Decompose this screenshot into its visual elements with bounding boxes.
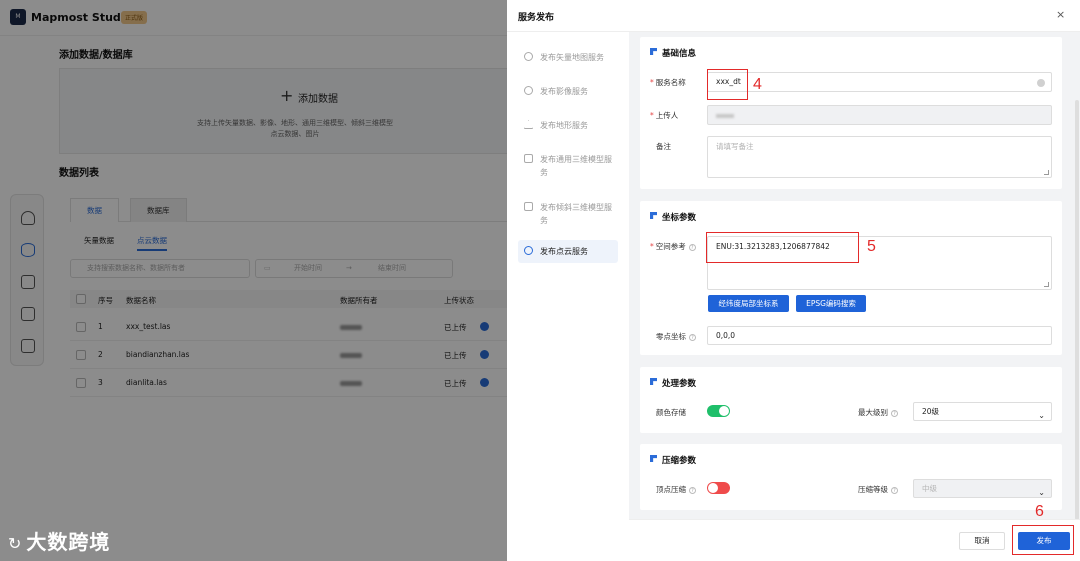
toggle-knob [708, 483, 718, 493]
spatial-ref-label: * 空间参考? [650, 241, 696, 252]
help-icon[interactable]: ? [689, 333, 696, 341]
color-store-toggle[interactable] [707, 405, 730, 417]
process-card: 处理参数 颜色存储 最大级别? 20级 ⌄ [640, 367, 1062, 433]
annotation-box-5 [706, 232, 859, 263]
publish-drawer: 服务发布 × 发布矢量地图服务 发布影像服务 发布地形服务 发布通用三维模型服务… [507, 0, 1080, 561]
menu-item-imagery[interactable]: 发布影像服务 [518, 80, 618, 103]
mountain-icon [524, 120, 533, 129]
uploader-redacted [716, 114, 734, 118]
annotation-box-6 [1012, 525, 1074, 555]
oblique-model-icon [524, 202, 533, 211]
chevron-down-icon: ⌄ [1038, 488, 1045, 497]
compress-title: 压缩参数 [650, 454, 696, 466]
max-level-label: 最大级别? [858, 407, 898, 418]
watermark-text: 大数跨境 [26, 530, 111, 554]
vertex-compress-toggle[interactable] [707, 482, 730, 494]
uploader-input [707, 105, 1052, 125]
image-icon [524, 86, 533, 95]
uploader-label: * 上传人 [650, 111, 679, 120]
menu-item-label: 发布影像服务 [540, 87, 588, 96]
max-level-select[interactable]: 20级 ⌄ [913, 402, 1052, 421]
resize-handle-icon[interactable] [1044, 170, 1049, 175]
close-icon[interactable]: × [1056, 8, 1065, 21]
help-icon[interactable]: ? [688, 243, 696, 251]
compress-level-value: 中级 [922, 484, 937, 493]
cloud-icon [524, 246, 533, 255]
label-text: 零点坐标 [656, 332, 686, 341]
basic-info-title: 基础信息 [650, 47, 696, 59]
coord-title: 坐标参数 [650, 211, 696, 223]
origin-label: 零点坐标? [656, 331, 696, 342]
annotation-box-4 [707, 69, 748, 100]
label-text: 空间参考 [655, 242, 686, 251]
label-text: 上传人 [655, 111, 679, 120]
menu-item-terrain[interactable]: 发布地形服务 [518, 114, 618, 137]
origin-value: 0,0,0 [716, 331, 736, 340]
remark-textarea[interactable]: 请填写备注 [707, 136, 1052, 178]
drawer-header: 服务发布 × [507, 0, 1080, 32]
help-icon[interactable]: ? [689, 486, 696, 494]
help-icon[interactable]: ? [891, 409, 898, 417]
epsg-search-button[interactable]: EPSG编码搜索 [796, 295, 866, 312]
label-text: 压缩等级 [858, 485, 888, 494]
menu-item-label: 发布矢量地图服务 [540, 53, 604, 62]
menu-item-label: 发布倾斜三维模型服务 [540, 203, 612, 225]
globe-icon [524, 52, 533, 61]
watermark: ↻ 大数跨境 [8, 526, 110, 555]
cube-icon [524, 154, 533, 163]
basic-info-card: 基础信息 * 服务名称 xxx_dt * 上传人 备注 请填写备注 [640, 37, 1062, 189]
cancel-button[interactable]: 取消 [959, 532, 1005, 550]
menu-item-pointcloud[interactable]: 发布点云服务 [518, 240, 618, 263]
compress-level-select: 中级 ⌄ [913, 479, 1052, 498]
service-type-menu: 发布矢量地图服务 发布影像服务 发布地形服务 发布通用三维模型服务 发布倾斜三维… [507, 32, 629, 561]
color-store-label: 颜色存储 [656, 408, 686, 417]
latlon-local-button[interactable]: 经纬度局部坐标系 [708, 295, 789, 312]
help-icon[interactable]: ? [891, 486, 898, 494]
vertex-compress-label: 顶点压缩? [656, 484, 696, 495]
annotation-number-4: 4 [753, 76, 762, 93]
process-title: 处理参数 [650, 377, 696, 389]
remark-label: 备注 [656, 142, 671, 151]
annotation-number-5: 5 [867, 238, 876, 255]
chevron-down-icon: ⌄ [1038, 411, 1045, 420]
menu-item-label: 发布点云服务 [540, 247, 588, 256]
compress-card: 压缩参数 顶点压缩? 压缩等级? 中级 ⌄ [640, 444, 1062, 510]
menu-item-vector[interactable]: 发布矢量地图服务 [518, 46, 618, 69]
compress-level-label: 压缩等级? [858, 484, 898, 495]
menu-item-label: 发布地形服务 [540, 121, 588, 130]
origin-input[interactable]: 0,0,0 [707, 326, 1052, 345]
coord-card: 坐标参数 * 空间参考? ENU:31.3213283,1206877842 经纬… [640, 201, 1062, 355]
label-text: 服务名称 [655, 78, 686, 87]
scrollbar[interactable] [1075, 100, 1079, 520]
annotation-number-6: 6 [1035, 503, 1044, 520]
drawer-title: 服务发布 [518, 13, 555, 23]
service-name-label: * 服务名称 [650, 78, 686, 87]
resize-handle-icon[interactable] [1044, 282, 1049, 287]
label-text: 最大级别 [858, 408, 888, 417]
max-level-value: 20级 [922, 407, 940, 416]
menu-item-3d-model[interactable]: 发布通用三维模型服务 [518, 148, 618, 184]
watermark-logo-icon: ↻ [8, 534, 23, 553]
remark-placeholder: 请填写备注 [716, 142, 754, 151]
menu-item-label: 发布通用三维模型服务 [540, 155, 612, 177]
clear-icon[interactable] [1037, 79, 1045, 87]
label-text: 顶点压缩 [656, 485, 686, 494]
menu-item-oblique[interactable]: 发布倾斜三维模型服务 [518, 196, 618, 232]
toggle-knob [719, 406, 729, 416]
form-content: 基础信息 * 服务名称 xxx_dt * 上传人 备注 请填写备注 坐标参数 * 空间… [629, 32, 1080, 519]
